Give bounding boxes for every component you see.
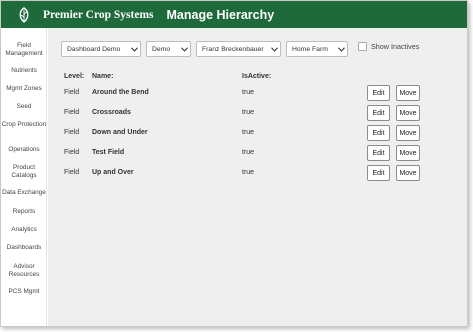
top-bar: Premier Crop Systems Manage Hierarchy <box>1 1 467 28</box>
chevron-down-icon <box>335 44 347 54</box>
grower-select[interactable]: Demo <box>146 41 191 57</box>
edit-button[interactable]: Edit <box>367 85 390 101</box>
show-inactives-toggle[interactable]: Show Inactives <box>358 42 419 51</box>
org-select[interactable]: Dashboard Demo <box>61 41 141 57</box>
sidebar-item-crop-protection[interactable]: Crop Protection <box>1 121 47 129</box>
sidebar-item-operations[interactable]: Operations <box>1 146 47 154</box>
chevron-down-icon <box>268 44 280 54</box>
move-button[interactable]: Move <box>396 125 420 141</box>
row-name: Up and Over <box>92 169 134 176</box>
table-row: Field Around the Bend true Edit Move <box>48 85 467 101</box>
sidebar-item-field-management[interactable]: Field Management <box>1 42 47 57</box>
table-row: Field Crossroads true Edit Move <box>48 105 467 121</box>
edit-button[interactable]: Edit <box>367 145 390 161</box>
edit-button[interactable]: Edit <box>367 165 390 181</box>
sidebar-item-product-catalogs[interactable]: Product Catalogs <box>1 164 47 179</box>
row-level: Field <box>64 129 80 136</box>
row-level: Field <box>64 149 80 156</box>
app-window: Premier Crop Systems Manage Hierarchy Fi… <box>0 0 468 327</box>
person-select-value: Franz Breckenbauer <box>202 45 264 53</box>
show-inactives-label: Show Inactives <box>371 42 420 51</box>
sidebar-item-reports[interactable]: Reports <box>1 208 47 216</box>
column-header-active: IsActive: <box>242 73 272 80</box>
farm-select[interactable]: Home Farm <box>286 41 348 57</box>
row-active: true <box>242 129 255 136</box>
person-select[interactable]: Franz Breckenbauer <box>196 41 281 57</box>
grower-select-value: Demo <box>152 45 171 53</box>
column-header-name: Name: <box>92 73 114 80</box>
move-button[interactable]: Move <box>396 165 420 181</box>
sidebar-item-seed[interactable]: Seed <box>1 103 47 111</box>
table-row: Field Test Field true Edit Move <box>48 145 467 161</box>
row-active: true <box>242 109 255 116</box>
leaf-logo-icon <box>19 6 29 23</box>
row-active: true <box>242 169 255 176</box>
row-level: Field <box>64 89 80 96</box>
row-name: Around the Bend <box>92 89 149 96</box>
row-active: true <box>242 89 255 96</box>
main-content: Dashboard Demo Demo Franz Breckenbauer H… <box>48 28 467 326</box>
row-name: Test Field <box>92 149 125 156</box>
move-button[interactable]: Move <box>396 85 420 101</box>
edit-button[interactable]: Edit <box>367 105 390 121</box>
row-active: true <box>242 149 255 156</box>
row-level: Field <box>64 109 80 116</box>
row-level: Field <box>64 169 80 176</box>
sidebar-item-data-exchange[interactable]: Data Exchange <box>1 189 47 197</box>
move-button[interactable]: Move <box>396 145 420 161</box>
show-inactives-checkbox[interactable] <box>358 42 367 51</box>
column-header-level: Level: <box>64 73 85 80</box>
org-select-value: Dashboard Demo <box>67 45 121 53</box>
sidebar-item-dashboards[interactable]: Dashboards <box>1 244 47 252</box>
row-name: Crossroads <box>92 109 131 116</box>
sidebar-item-advisor-resources[interactable]: Advisor Resources <box>1 263 47 278</box>
chevron-down-icon <box>178 44 190 54</box>
row-name: Down and Under <box>92 129 148 136</box>
brand-name: Premier Crop Systems <box>43 8 154 21</box>
chevron-down-icon <box>128 44 140 54</box>
edit-button[interactable]: Edit <box>367 125 390 141</box>
table-row: Field Up and Over true Edit Move <box>48 165 467 181</box>
sidebar-item-pcs-mgmt[interactable]: PCS Mgmt <box>1 288 47 296</box>
sidebar: Field Management Nutrients Mgmt Zones Se… <box>1 28 47 326</box>
page-title: Manage Hierarchy <box>166 7 275 22</box>
sidebar-item-mgmt-zones[interactable]: Mgmt Zones <box>1 85 47 93</box>
farm-select-value: Home Farm <box>292 45 328 53</box>
table-row: Field Down and Under true Edit Move <box>48 125 467 141</box>
sidebar-item-analytics[interactable]: Analytics <box>1 226 47 234</box>
sidebar-item-nutrients[interactable]: Nutrients <box>1 67 47 75</box>
move-button[interactable]: Move <box>396 105 420 121</box>
